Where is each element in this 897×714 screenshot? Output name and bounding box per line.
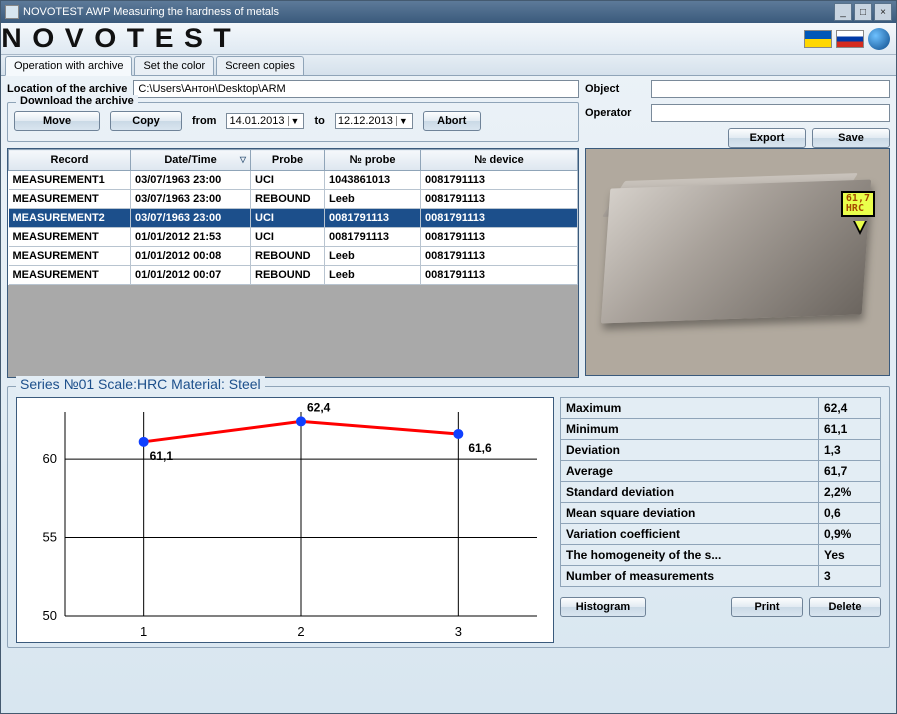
date-from-picker[interactable]: 14.01.2013 ▼ — [226, 113, 304, 129]
records-grid[interactable]: Record Date/Time▽ Probe № probe № device… — [7, 148, 579, 378]
table-row[interactable]: MEASUREMENT01/01/2012 00:07REBOUNDLeeb00… — [9, 266, 578, 285]
table-row[interactable]: MEASUREMENT01/01/2012 21:53UCI0081791113… — [9, 228, 578, 247]
tab-archive[interactable]: Operation with archive — [5, 56, 132, 76]
sort-desc-icon: ▽ — [240, 155, 246, 164]
stats-table: Maximum62,4Minimum61,1Deviation1,3Averag… — [560, 397, 881, 587]
col-record[interactable]: Record — [9, 150, 131, 171]
svg-text:3: 3 — [455, 624, 462, 639]
delete-button[interactable]: Delete — [809, 597, 881, 617]
col-probe[interactable]: Probe — [251, 150, 325, 171]
marker-balloon[interactable]: 61,7 HRC — [841, 191, 875, 217]
app-icon — [5, 5, 19, 19]
location-input[interactable] — [133, 80, 579, 98]
stats-row: Maximum62,4 — [561, 398, 881, 419]
move-button[interactable]: Move — [14, 111, 100, 131]
location-label: Location of the archive — [7, 83, 127, 95]
svg-text:55: 55 — [43, 530, 57, 545]
date-to-value: 12.12.2013 — [338, 115, 393, 127]
maximize-button[interactable]: □ — [854, 3, 872, 21]
svg-text:1: 1 — [140, 624, 147, 639]
photo-area[interactable]: 61,7 HRC — [585, 148, 890, 376]
date-from-value: 14.01.2013 — [229, 115, 284, 127]
metal-block — [601, 180, 871, 324]
download-group: Download the archive Move Copy from 14.0… — [7, 102, 579, 142]
stats-row: The homogeneity of the s...Yes — [561, 545, 881, 566]
operator-input[interactable] — [651, 104, 890, 122]
app-window: NOVOTEST AWP Measuring the hardness of m… — [0, 0, 897, 714]
export-button[interactable]: Export — [728, 128, 806, 148]
date-to-picker[interactable]: 12.12.2013 ▼ — [335, 113, 413, 129]
minimize-button[interactable]: _ — [834, 3, 852, 21]
stats-row: Minimum61,1 — [561, 419, 881, 440]
table-row[interactable]: MEASUREMENT01/01/2012 00:08REBOUNDLeeb00… — [9, 247, 578, 266]
tab-set-color[interactable]: Set the color — [134, 56, 214, 76]
svg-text:60: 60 — [43, 451, 57, 466]
download-group-title: Download the archive — [16, 95, 138, 107]
flag-russia-icon[interactable] — [836, 30, 864, 48]
stats-row: Mean square deviation0,6 — [561, 503, 881, 524]
titlebar: NOVOTEST AWP Measuring the hardness of m… — [1, 1, 896, 23]
table-row[interactable]: MEASUREMENT103/07/1963 23:00UCI104386101… — [9, 171, 578, 190]
logo-bar: NOVOTEST — [1, 23, 896, 55]
tab-screen-copies[interactable]: Screen copies — [216, 56, 304, 76]
save-button[interactable]: Save — [812, 128, 890, 148]
stats-row: Deviation1,3 — [561, 440, 881, 461]
window-title: NOVOTEST AWP Measuring the hardness of m… — [23, 6, 279, 18]
stats-row: Average61,7 — [561, 461, 881, 482]
close-button[interactable]: × — [874, 3, 892, 21]
svg-text:2: 2 — [297, 624, 304, 639]
svg-text:61,6: 61,6 — [468, 441, 492, 455]
table-row[interactable]: MEASUREMENT203/07/1963 23:00UCI008179111… — [9, 209, 578, 228]
operator-label: Operator — [585, 107, 645, 119]
chevron-down-icon[interactable]: ▼ — [396, 116, 410, 126]
globe-icon[interactable] — [868, 28, 890, 50]
stats-row: Number of measurements3 — [561, 566, 881, 587]
flag-ukraine-icon[interactable] — [804, 30, 832, 48]
print-button[interactable]: Print — [731, 597, 803, 617]
chevron-down-icon[interactable]: ▼ — [288, 116, 302, 126]
stats-row: Variation coefficient0,9% — [561, 524, 881, 545]
marker-unit: HRC — [846, 203, 864, 214]
svg-text:62,4: 62,4 — [307, 400, 331, 414]
stats-row: Standard deviation2,2% — [561, 482, 881, 503]
chart-area[interactable]: 50 55 60 1 2 3 61,1 62,4 61,6 — [16, 397, 554, 643]
tab-strip: Operation with archive Set the color Scr… — [1, 55, 896, 76]
table-row[interactable]: MEASUREMENT03/07/1963 23:00REBOUNDLeeb00… — [9, 190, 578, 209]
abort-button[interactable]: Abort — [423, 111, 481, 131]
col-nprobe[interactable]: № probe — [325, 150, 421, 171]
series-title: Series №01 Scale:HRC Material: Steel — [16, 376, 265, 392]
to-label: to — [314, 115, 324, 127]
logo: NOVOTEST — [1, 23, 241, 54]
marker-pointer-icon — [853, 221, 867, 235]
svg-text:50: 50 — [43, 608, 57, 623]
histogram-button[interactable]: Histogram — [560, 597, 646, 617]
col-datetime[interactable]: Date/Time▽ — [131, 150, 251, 171]
object-label: Object — [585, 83, 645, 95]
svg-text:61,1: 61,1 — [150, 449, 174, 463]
col-ndevice[interactable]: № device — [421, 150, 578, 171]
copy-button[interactable]: Copy — [110, 111, 182, 131]
from-label: from — [192, 115, 216, 127]
object-input[interactable] — [651, 80, 890, 98]
series-group: Series №01 Scale:HRC Material: Steel 505… — [7, 386, 890, 648]
